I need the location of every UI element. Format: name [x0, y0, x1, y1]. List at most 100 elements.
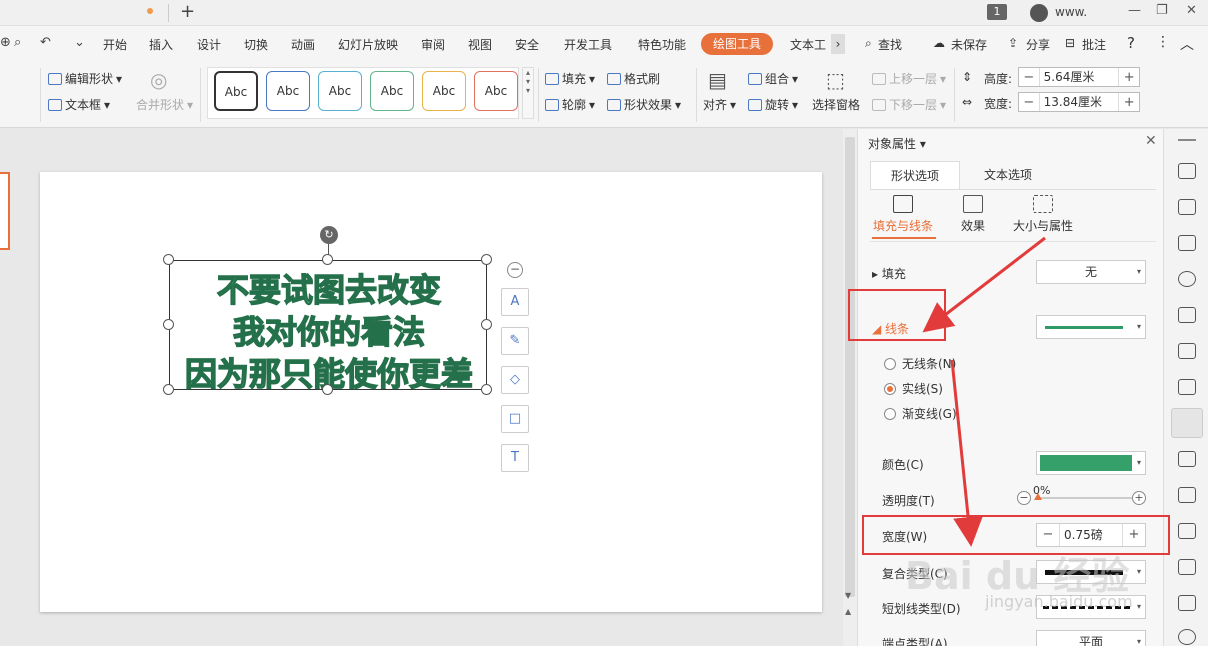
color-dropdown[interactable]: ▾ [1036, 451, 1146, 475]
slide-thumbnail[interactable] [0, 172, 10, 250]
width-minus-button[interactable]: − [1019, 95, 1039, 110]
window-count-badge[interactable]: 1 [987, 4, 1007, 20]
new-tab-button[interactable]: + [180, 1, 195, 22]
layers-icon[interactable] [1178, 307, 1196, 323]
shape-style-4[interactable]: Abc [370, 71, 414, 111]
text-style-icon[interactable]: A [501, 288, 529, 316]
rotate-button[interactable]: 旋转 ▾ [748, 96, 798, 113]
menu-text-tools[interactable]: 文本工 [790, 36, 826, 53]
transparency-plus-button[interactable]: + [1132, 491, 1146, 505]
tab-shape-options[interactable]: 形状选项 [870, 161, 960, 189]
menu-drawing-tools[interactable]: 绘图工具 [701, 33, 773, 55]
text-box-button[interactable]: 文本框 ▾ [48, 96, 110, 113]
search-button[interactable]: 查找 [878, 36, 902, 53]
menu-more-button[interactable]: › [831, 34, 845, 54]
panel-title[interactable]: 对象属性 ▾ [868, 135, 926, 152]
width-plus-button[interactable]: + [1119, 95, 1139, 110]
styles-scroll-button[interactable]: ▴ ▾ ▾ [522, 67, 534, 119]
resize-handle[interactable] [322, 384, 333, 395]
grid-icon[interactable] [1178, 343, 1196, 359]
slide-canvas[interactable]: ↻ 不要试图去改变 我对你的看法 因为那只能使你更差 − A ✎ ◇ □ T [40, 172, 822, 612]
resize-handle[interactable] [481, 384, 492, 395]
line-style-dropdown[interactable]: ▾ [1036, 315, 1146, 339]
transparency-minus-button[interactable]: − [1017, 491, 1031, 505]
menu-start[interactable]: 开始 [103, 36, 127, 53]
height-minus-button[interactable]: − [1019, 70, 1039, 85]
transparency-slider[interactable] [1036, 497, 1132, 499]
collapse-ribbon-icon[interactable]: ︿ [1180, 34, 1194, 54]
radio-gradient-line[interactable]: 渐变线(G) [884, 405, 957, 422]
shield-icon[interactable] [1178, 629, 1196, 645]
minimize-button[interactable]: — [1128, 3, 1141, 18]
send-backward-button[interactable]: 下移一层 ▾ [872, 96, 946, 113]
scrollbar-thumb[interactable] [845, 137, 855, 597]
copy-icon[interactable] [1178, 199, 1196, 215]
outline-button[interactable]: 轮廓 ▾ [545, 96, 595, 113]
text-line-1[interactable]: 不要试图去改变 [170, 265, 488, 311]
shape-style-5[interactable]: Abc [422, 71, 466, 111]
close-icon[interactable]: ✕ [1145, 133, 1157, 149]
close-window-button[interactable]: ✕ [1186, 3, 1197, 18]
shape-effect-button[interactable]: 形状效果 ▾ [607, 96, 681, 113]
menu-slideshow[interactable]: 幻灯片放映 [338, 36, 398, 53]
shape-style-3[interactable]: Abc [318, 71, 362, 111]
resize-handle[interactable] [322, 254, 333, 265]
user-name[interactable]: www. [1055, 5, 1087, 19]
picture-icon[interactable] [1178, 559, 1196, 575]
page-up-icon[interactable]: ▲ [845, 607, 851, 616]
comment-button[interactable]: 批注 [1082, 36, 1106, 53]
vertical-scrollbar[interactable]: ▼ ▲ [843, 129, 857, 646]
tab-text-options[interactable]: 文本选项 [960, 161, 1056, 189]
properties-icon[interactable] [1171, 408, 1203, 438]
subtab-fill-line[interactable]: 填充与线条 [868, 195, 938, 234]
menu-transition[interactable]: 切换 [244, 36, 268, 53]
radio-no-line[interactable]: 无线条(N) [884, 355, 956, 372]
shapes-icon[interactable] [1178, 235, 1196, 251]
shape-style-1[interactable]: Abc [214, 71, 258, 111]
avatar[interactable] [1030, 4, 1048, 22]
subtab-size-properties[interactable]: 大小与属性 [1008, 195, 1078, 234]
resize-handle[interactable] [481, 254, 492, 265]
radio-solid-line[interactable]: 实线(S) [884, 380, 943, 397]
transparency-slider-knob[interactable] [1034, 493, 1042, 500]
menu-insert[interactable]: 插入 [149, 36, 173, 53]
restore-button[interactable]: ❐ [1156, 3, 1168, 18]
merge-shape-button[interactable]: 合并形状 ▾ [136, 96, 193, 113]
align-button[interactable]: 对齐 ▾ [703, 96, 736, 113]
text-wrap-icon[interactable]: T [501, 444, 529, 472]
scroll-down-icon[interactable]: ▼ [845, 591, 851, 600]
preview-icon[interactable]: ⌕ [14, 35, 21, 50]
search-icon[interactable]: ⌕ [865, 36, 872, 51]
rotate-handle-icon[interactable]: ↻ [320, 226, 338, 244]
resize-handle[interactable] [163, 319, 174, 330]
chart-icon[interactable] [1178, 379, 1196, 395]
menu-animation[interactable]: 动画 [291, 36, 315, 53]
bring-forward-button[interactable]: 上移一层 ▾ [872, 70, 946, 87]
fill-button[interactable]: 填充 ▾ [545, 70, 595, 87]
menu-security[interactable]: 安全 [515, 36, 539, 53]
resize-handle[interactable] [481, 319, 492, 330]
menu-view[interactable]: 视图 [468, 36, 492, 53]
shape-style-2[interactable]: Abc [266, 71, 310, 111]
group-button[interactable]: 组合 ▾ [748, 70, 798, 87]
pin-icon[interactable]: ⊕ [0, 35, 11, 50]
location-icon[interactable] [1178, 271, 1196, 287]
cap-type-dropdown[interactable]: 平面 ▾ [1036, 630, 1146, 646]
resize-handle[interactable] [163, 254, 174, 265]
comment-icon[interactable]: ⊟ [1065, 36, 1075, 50]
menu-features[interactable]: 特色功能 [638, 36, 686, 53]
edit-shape-button[interactable]: 编辑形状 ▾ [48, 70, 122, 87]
selected-text-box[interactable]: 不要试图去改变 我对你的看法 因为那只能使你更差 [169, 260, 488, 394]
fill-bucket-icon[interactable]: ◇ [501, 366, 529, 394]
format-brush-button[interactable]: 格式刷 [607, 70, 660, 87]
width-input[interactable]: 13.84厘米 [1038, 93, 1120, 111]
fill-dropdown[interactable]: 无 ▾ [1036, 260, 1146, 284]
fill-section-toggle[interactable]: ▸ 填充 [872, 265, 906, 282]
undo-icon[interactable]: ↶ [40, 35, 51, 50]
speaker-icon[interactable] [1178, 595, 1196, 611]
image-icon[interactable] [1178, 451, 1196, 467]
text-line-2[interactable]: 我对你的看法 [170, 307, 488, 353]
customize-chevron-icon[interactable]: ⌄ [74, 35, 85, 50]
menu-design[interactable]: 设计 [197, 36, 221, 53]
outline-square-icon[interactable]: □ [501, 405, 529, 433]
